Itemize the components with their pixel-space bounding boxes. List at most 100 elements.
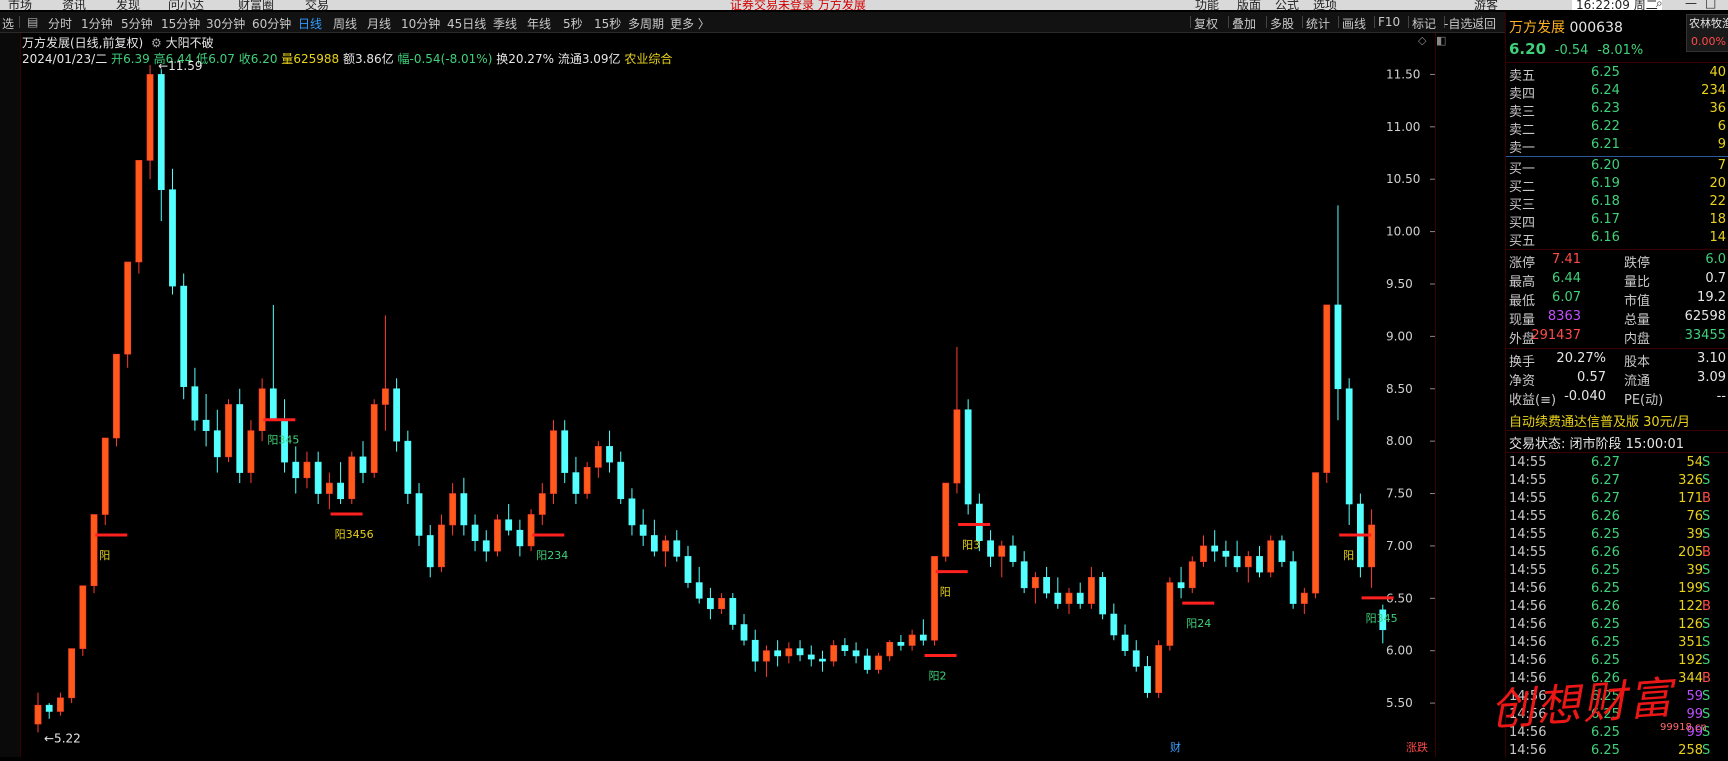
tick-side: S [1702, 707, 1711, 722]
tool-draw[interactable]: 画线 [1342, 15, 1366, 32]
tool-mark[interactable]: 标记 [1412, 15, 1436, 32]
tool-multi[interactable]: 多股 [1270, 15, 1294, 32]
menu-item[interactable]: 公式 [1275, 0, 1299, 10]
ask-row[interactable]: 卖二 6.22 6 [1506, 119, 1728, 138]
period-15[interactable]: 15秒 [594, 15, 621, 32]
layout-icon[interactable]: ▤ [27, 15, 38, 29]
maximize-icon[interactable]: □ [1705, 0, 1716, 10]
tick-side: B [1702, 491, 1711, 506]
period-7[interactable]: 日线 [298, 15, 322, 32]
stat-label: 内盘 [1624, 332, 1651, 347]
bid-row[interactable]: 买二 6.19 20 [1506, 176, 1728, 195]
bid-row[interactable]: 买四 6.17 18 [1506, 212, 1728, 231]
period-11[interactable]: 45日线 [447, 15, 486, 32]
menu-item[interactable]: 发现 [116, 0, 140, 10]
tick-row[interactable]: 14:55 6.27 171 B [1506, 491, 1728, 509]
tick-time: 14:55 [1509, 491, 1547, 506]
menu-item[interactable]: 财富圈 [238, 0, 274, 10]
tick-row[interactable]: 14:55 6.27 54 S [1506, 455, 1728, 473]
ask-row[interactable]: 卖四 6.24 234 [1506, 83, 1728, 102]
menu-item[interactable]: 功能 [1195, 0, 1219, 10]
tool-watchlist[interactable]: -自选 [1444, 15, 1472, 32]
tick-row[interactable]: 14:56 6.25 126 S [1506, 617, 1728, 635]
candle-body [404, 440, 412, 494]
tick-row[interactable]: 14:55 6.25 39 S [1506, 563, 1728, 581]
candle-body [45, 704, 53, 712]
period-12[interactable]: 季线 [493, 15, 517, 32]
candle-body [180, 285, 188, 387]
tool-adjust[interactable]: 复权 [1194, 15, 1218, 32]
bid-price: 6.16 [1591, 230, 1620, 245]
menu-item[interactable]: 版面 [1237, 0, 1261, 10]
tick-row[interactable]: 14:55 6.25 39 S [1506, 527, 1728, 545]
period-6[interactable]: 60分钟 [252, 15, 291, 32]
tick-time: 14:56 [1509, 617, 1547, 632]
candle-body [1155, 645, 1163, 693]
tick-row[interactable]: 14:56 6.25 199 S [1506, 581, 1728, 599]
sector-tag[interactable]: 农林牧渔 0.00% [1686, 14, 1728, 52]
tick-row[interactable]: 14:56 6.25 258 S [1506, 743, 1728, 761]
kline-chart[interactable]: 11.50 11.00 10.50 10.00 9.50 9.00 8.50 8.00 7.50… [20, 33, 1435, 757]
tick-side: S [1702, 617, 1711, 632]
tick-side: S [1702, 581, 1711, 596]
more-periods[interactable]: 更多 〉 [670, 15, 710, 32]
period-16[interactable]: 多周期 [628, 15, 664, 32]
tool-f10[interactable]: F10 [1378, 15, 1400, 29]
select-label[interactable]: 选 [2, 15, 14, 32]
period-14[interactable]: 5秒 [563, 15, 583, 32]
menu-item[interactable]: 游客 [1474, 0, 1498, 10]
tick-price: 6.27 [1591, 491, 1620, 506]
period-1[interactable]: 分时 [48, 15, 72, 32]
last-price: 6.20 [1509, 40, 1547, 58]
bid-row[interactable]: 买五 6.16 14 [1506, 230, 1728, 249]
period-9[interactable]: 月线 [367, 15, 391, 32]
ask-row[interactable]: 卖一 6.21 9 [1506, 137, 1728, 156]
candle-body [68, 648, 76, 699]
price-tick-label: 8.50 [1386, 382, 1413, 396]
tick-price: 6.26 [1591, 509, 1620, 524]
candle-body [258, 388, 266, 431]
menu-item[interactable]: 资讯 [62, 0, 86, 10]
candle-body [1368, 524, 1375, 568]
period-8[interactable]: 周线 [333, 15, 357, 32]
ask-row[interactable]: 卖五 6.25 40 [1506, 65, 1728, 84]
back-button[interactable]: 返回 [1472, 15, 1496, 32]
promo-banner[interactable]: 自动续费通达信普及版 30元/月 [1509, 411, 1690, 430]
tick-row[interactable]: 14:55 6.27 326 S [1506, 473, 1728, 491]
ask-row[interactable]: 卖三 6.23 36 [1506, 101, 1728, 120]
tick-row[interactable]: 14:55 6.26 76 S [1506, 509, 1728, 527]
period-10[interactable]: 10分钟 [401, 15, 440, 32]
tool-overlay[interactable]: 叠加 [1232, 15, 1256, 32]
price-tick-label: 11.00 [1386, 120, 1420, 134]
candle-body [393, 388, 400, 442]
bid-row[interactable]: 买一 6.20 7 [1506, 158, 1728, 177]
period-3[interactable]: 5分钟 [121, 15, 153, 32]
tick-side: S [1702, 473, 1711, 488]
tick-volume: 171 [1678, 491, 1703, 506]
tick-row[interactable]: 14:56 6.26 122 B [1506, 599, 1728, 617]
candle-body [101, 437, 109, 515]
period-5[interactable]: 30分钟 [206, 15, 245, 32]
period-2[interactable]: 1分钟 [81, 15, 113, 32]
window-toggle-icon[interactable]: ◧ [1436, 34, 1446, 47]
period-13[interactable]: 年线 [527, 15, 551, 32]
menu-item[interactable]: 交易 [305, 0, 329, 10]
ask-volume: 6 [1717, 119, 1726, 134]
search-icon[interactable]: ⌕ [1656, 0, 1663, 10]
ask-price: 6.23 [1591, 101, 1620, 116]
tick-volume: 122 [1678, 599, 1703, 614]
candle-body [953, 409, 961, 484]
tick-side: S [1702, 563, 1711, 578]
tick-row[interactable]: 14:55 6.26 205 B [1506, 545, 1728, 563]
tool-stats[interactable]: 统计 [1306, 15, 1330, 32]
tick-row[interactable]: 14:56 6.25 351 S [1506, 635, 1728, 653]
menu-item[interactable]: 选项 [1313, 0, 1337, 10]
price-tick-label: 5.50 [1386, 696, 1413, 710]
minimize-icon[interactable]: — [1685, 0, 1697, 10]
candle-body [202, 419, 210, 431]
menu-item[interactable]: 市场 [8, 0, 32, 10]
period-4[interactable]: 15分钟 [161, 15, 200, 32]
menu-item[interactable]: 问小达 [168, 0, 204, 10]
ask-label: 卖三 [1509, 105, 1536, 120]
bid-row[interactable]: 买三 6.18 22 [1506, 194, 1728, 213]
